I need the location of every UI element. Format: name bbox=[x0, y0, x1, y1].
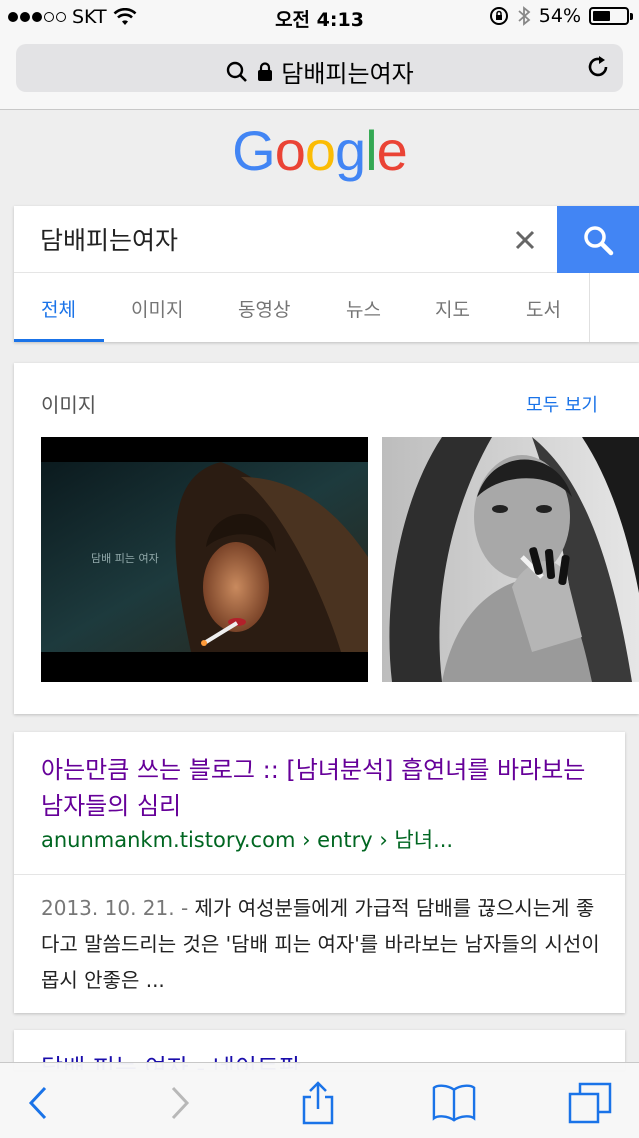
image-caption: 담배 피는 여자 bbox=[91, 552, 159, 565]
active-tab-indicator bbox=[14, 339, 104, 342]
tabs-icon bbox=[568, 1082, 612, 1124]
image-thumbnail-2[interactable] bbox=[382, 437, 639, 682]
logo-letter: G bbox=[232, 119, 276, 182]
image-thumbnail-1[interactable]: 담배 피는 여자 bbox=[41, 437, 368, 682]
portrait-image bbox=[382, 437, 639, 682]
logo-letter: o bbox=[274, 119, 306, 182]
search-card: 전체 이미지 동영상 뉴스 지도 도서 bbox=[14, 206, 639, 342]
tab-maps[interactable]: 지도 bbox=[435, 295, 470, 322]
book-icon bbox=[432, 1084, 476, 1122]
battery-percent: 54% bbox=[538, 5, 581, 27]
address-text: 담배피는여자 bbox=[281, 60, 414, 88]
search-row bbox=[14, 206, 639, 273]
address-bar[interactable]: 담배피는여자 bbox=[16, 44, 623, 92]
bluetooth-icon bbox=[518, 6, 531, 26]
search-input[interactable] bbox=[40, 224, 500, 253]
logo-letter: g bbox=[335, 119, 366, 182]
result-url[interactable]: anunmankm.tistory.com › entry › 남녀... bbox=[41, 824, 453, 854]
forward-button[interactable] bbox=[158, 1081, 202, 1125]
reload-icon[interactable] bbox=[585, 54, 611, 80]
logo-letter: o bbox=[304, 119, 336, 182]
search-icon bbox=[584, 225, 614, 255]
tab-videos[interactable]: 동영상 bbox=[238, 295, 290, 322]
tabs-divider bbox=[589, 273, 590, 342]
tab-all[interactable]: 전체 bbox=[41, 295, 76, 322]
movie-still-image: 담배 피는 여자 bbox=[41, 437, 368, 682]
status-right: 54% bbox=[489, 5, 633, 27]
share-icon bbox=[302, 1081, 334, 1125]
share-button[interactable] bbox=[296, 1081, 340, 1125]
result-title-link[interactable]: 아는만큼 쓰는 블로그 :: [남녀분석] 흡연녀를 바라보는 남자들의 심리 bbox=[41, 752, 601, 824]
bookmarks-button[interactable] bbox=[432, 1081, 476, 1125]
rotation-lock-icon bbox=[489, 7, 508, 25]
logo-letter: e bbox=[376, 119, 408, 182]
lock-icon bbox=[258, 61, 273, 81]
result-date: 2013. 10. 21. - bbox=[41, 896, 189, 920]
images-card: 이미지 모두 보기 담배 피는 여자 bbox=[14, 363, 639, 714]
chevron-left-icon bbox=[28, 1086, 47, 1120]
search-icon bbox=[227, 61, 248, 82]
result-divider bbox=[14, 874, 625, 875]
tab-images[interactable]: 이미지 bbox=[131, 295, 183, 322]
chevron-right-icon bbox=[171, 1086, 190, 1120]
images-section-title: 이미지 bbox=[41, 393, 97, 417]
browser-toolbar bbox=[0, 1062, 639, 1138]
tab-books[interactable]: 도서 bbox=[526, 295, 561, 322]
google-logo[interactable]: Google bbox=[0, 118, 639, 183]
tab-news[interactable]: 뉴스 bbox=[346, 295, 381, 322]
search-result-card: 아는만큼 쓰는 블로그 :: [남녀분석] 흡연녀를 바라보는 남자들의 심리 … bbox=[14, 732, 625, 1013]
search-tabs: 전체 이미지 동영상 뉴스 지도 도서 bbox=[14, 273, 639, 342]
back-button[interactable] bbox=[16, 1081, 60, 1125]
logo-letter: l bbox=[365, 119, 377, 182]
tabs-button[interactable] bbox=[568, 1081, 612, 1125]
browser-url-area: 담배피는여자 bbox=[0, 36, 639, 110]
see-all-images-link[interactable]: 모두 보기 bbox=[526, 391, 598, 417]
status-bar: SKT 오전 4:13 54% bbox=[0, 0, 639, 36]
search-button[interactable] bbox=[557, 206, 639, 273]
clear-icon[interactable] bbox=[511, 226, 539, 254]
battery-icon bbox=[589, 7, 633, 25]
result-snippet: 2013. 10. 21. - 제가 여성분들에게 가급적 담배를 끊으시는게 … bbox=[41, 890, 601, 998]
